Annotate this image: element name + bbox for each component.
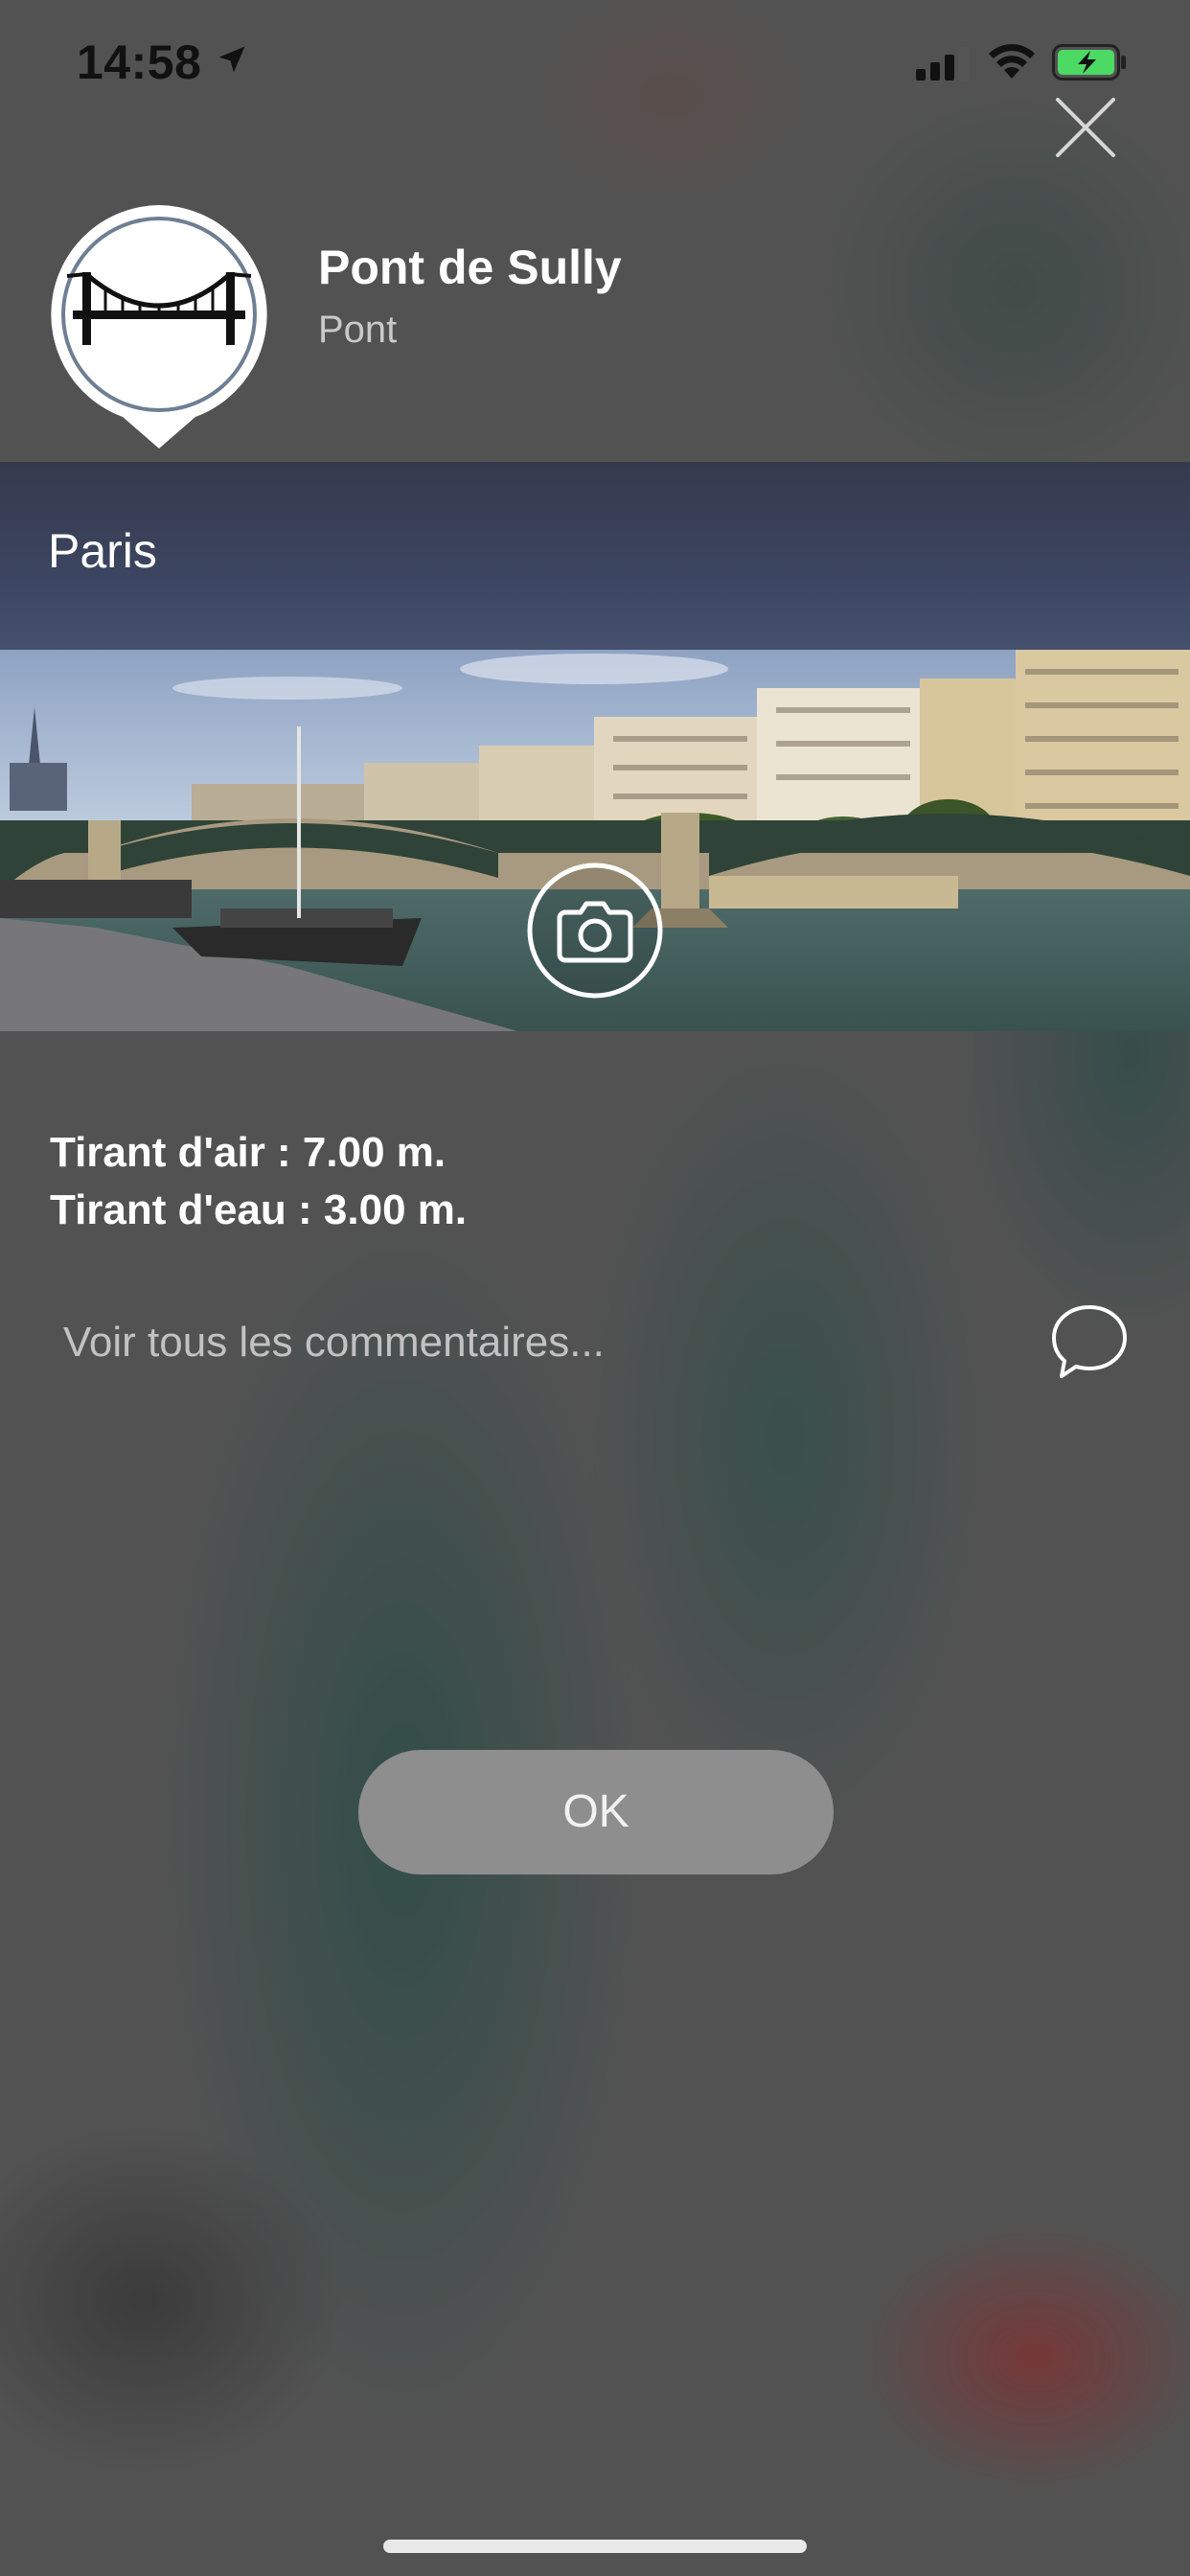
view-all-comments-link[interactable]: Voir tous les commentaires... [63,1319,605,1367]
home-indicator [383,2540,807,2553]
speech-bubble-icon[interactable] [1050,1301,1129,1382]
air-draft-info: Tirant d'air : 7.00 m. [50,1129,446,1176]
camera-button[interactable] [527,862,663,999]
ok-button[interactable]: OK [358,1750,834,1874]
poi-category: Pont [318,309,398,351]
location-arrow-icon [218,46,245,73]
suspension-bridge-icon [51,205,267,448]
city-band: Paris [0,462,1190,650]
status-time: 14:58 [77,35,202,89]
battery-charging-icon [1052,44,1126,80]
wifi-icon [989,44,1035,79]
status-bar: 14:58 [0,0,1190,125]
poi-title: Pont de Sully [318,241,622,294]
water-draft-info: Tirant d'eau : 3.00 m. [50,1186,468,1233]
close-button[interactable] [1052,94,1119,161]
city-label: Paris [48,524,157,578]
cellular-signal-icon [916,47,969,80]
